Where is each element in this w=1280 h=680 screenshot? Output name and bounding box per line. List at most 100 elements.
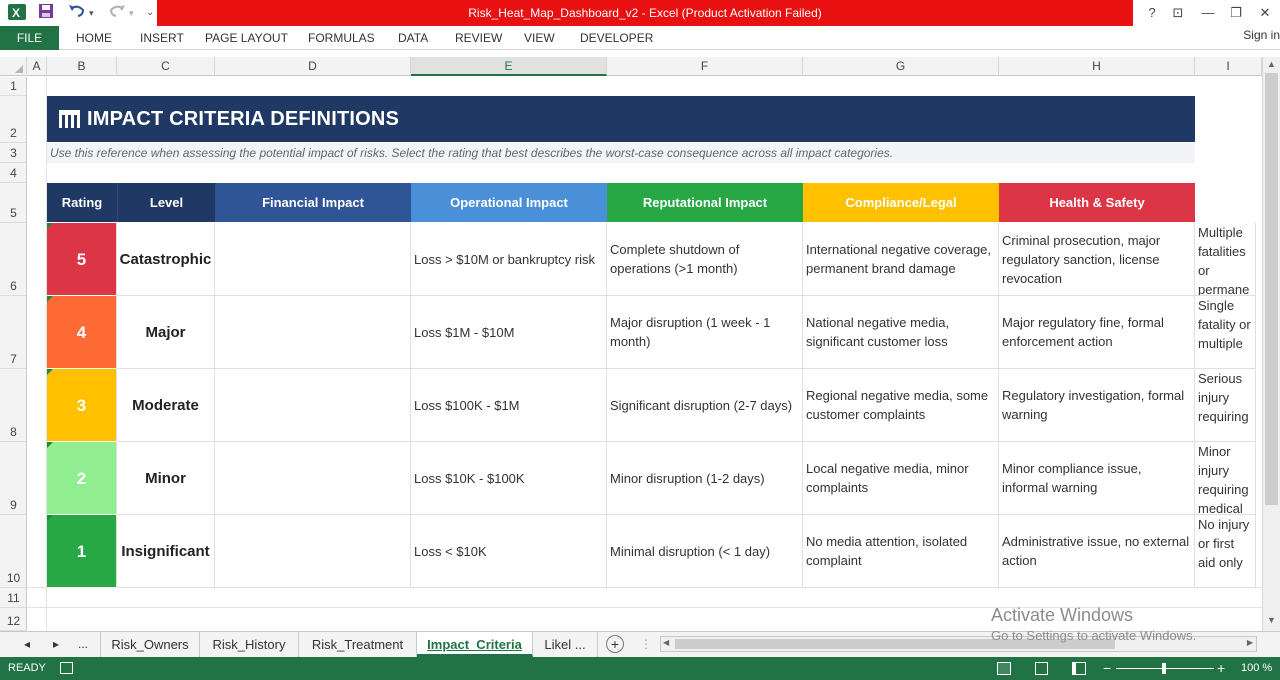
health-safety-cell[interactable]: Minor compliance issue, informal warning: [999, 442, 1195, 515]
level-cell[interactable]: Insignificant: [117, 515, 215, 588]
compliance-legal-cell[interactable]: Regional negative media, some customer c…: [803, 369, 999, 442]
undo-dropdown-icon[interactable]: ▾: [89, 3, 94, 23]
row-header-10[interactable]: 10: [0, 515, 27, 588]
macro-record-icon[interactable]: [60, 662, 73, 674]
close-button[interactable]: ✕: [1250, 0, 1280, 26]
tab-review[interactable]: REVIEW: [455, 26, 502, 50]
redo-dropdown-icon[interactable]: ▾: [129, 3, 134, 23]
row-header-9[interactable]: 9: [0, 442, 27, 515]
zoom-level[interactable]: 100 %: [1241, 657, 1272, 680]
row-header-2[interactable]: 2: [0, 96, 27, 143]
level-cell[interactable]: Major: [117, 296, 215, 369]
row-header-6[interactable]: 6: [0, 223, 27, 296]
health-safety-cell[interactable]: Criminal prosecution, major regulatory s…: [999, 223, 1195, 296]
zoom-out-button[interactable]: −: [1103, 657, 1111, 680]
health-safety-cell[interactable]: Major regulatory fine, formal enforcemen…: [999, 296, 1195, 369]
row-header-3[interactable]: 3: [0, 143, 27, 163]
header-level[interactable]: Level: [117, 183, 215, 222]
financial-impact-cell[interactable]: [215, 223, 411, 296]
row-header-12[interactable]: 12: [0, 608, 27, 631]
operational-impact-cell[interactable]: Loss $10K - $100K: [411, 442, 607, 515]
row-header-11[interactable]: 11: [0, 588, 27, 608]
overflow-cell-i[interactable]: Single fatality or multiple: [1195, 296, 1256, 369]
reputational-impact-cell[interactable]: Significant disruption (2-7 days): [607, 369, 803, 442]
compliance-legal-cell[interactable]: Local negative media, minor complaints: [803, 442, 999, 515]
level-cell[interactable]: Catastrophic: [117, 223, 215, 296]
page-layout-view-icon[interactable]: [1035, 662, 1048, 675]
row-header-7[interactable]: 7: [0, 296, 27, 369]
header-financial-impact[interactable]: Financial Impact: [215, 183, 411, 222]
more-tabs-ellipsis[interactable]: ...: [78, 632, 88, 657]
header-compliance-legal[interactable]: Compliance/Legal: [803, 183, 999, 222]
sheet-tab-risk-treatment[interactable]: Risk_Treatment: [299, 632, 417, 657]
tab-home[interactable]: HOME: [76, 26, 112, 50]
rating-cell[interactable]: 4: [47, 296, 117, 369]
health-safety-cell[interactable]: Regulatory investigation, formal warning: [999, 369, 1195, 442]
scroll-tabs-left-icon[interactable]: ◂: [24, 632, 30, 657]
header-operational-impact[interactable]: Operational Impact: [411, 183, 607, 222]
restore-button[interactable]: ❐: [1221, 0, 1251, 26]
scroll-left-icon[interactable]: ◀: [663, 638, 669, 647]
rating-cell[interactable]: 1: [47, 515, 117, 588]
financial-impact-cell[interactable]: [215, 369, 411, 442]
header-reputational-impact[interactable]: Reputational Impact: [607, 183, 803, 222]
vertical-scrollbar[interactable]: ▲ ▼: [1262, 57, 1280, 631]
ribbon-display-options-button[interactable]: ⊡: [1163, 0, 1193, 26]
row-header-4[interactable]: 4: [0, 163, 27, 183]
rating-cell[interactable]: 2: [47, 442, 117, 515]
compliance-legal-cell[interactable]: National negative media, significant cus…: [803, 296, 999, 369]
column-header-g[interactable]: G: [803, 57, 999, 76]
sheet-tab-risk-history[interactable]: Risk_History: [200, 632, 299, 657]
select-all-button[interactable]: [0, 57, 27, 76]
minimize-button[interactable]: —: [1193, 0, 1223, 26]
column-header-h[interactable]: H: [999, 57, 1195, 76]
compliance-legal-cell[interactable]: No media attention, isolated complaint: [803, 515, 999, 588]
column-header-i[interactable]: I: [1195, 57, 1262, 76]
level-cell[interactable]: Minor: [117, 442, 215, 515]
tab-view[interactable]: VIEW: [524, 26, 555, 50]
health-safety-cell[interactable]: Administrative issue, no external action: [999, 515, 1195, 588]
tab-data[interactable]: DATA: [398, 26, 428, 50]
column-header-a[interactable]: A: [27, 57, 47, 76]
operational-impact-cell[interactable]: Loss < $10K: [411, 515, 607, 588]
reputational-impact-cell[interactable]: Major disruption (1 week - 1 month): [607, 296, 803, 369]
header-health-safety[interactable]: Health & Safety: [999, 183, 1195, 222]
redo-icon[interactable]: [108, 3, 126, 23]
tab-developer[interactable]: DEVELOPER: [580, 26, 653, 50]
rating-cell[interactable]: 3: [47, 369, 117, 442]
column-header-b[interactable]: B: [47, 57, 117, 76]
column-header-d[interactable]: D: [215, 57, 411, 76]
sheet-tab-likelihood[interactable]: Likel ...: [533, 632, 598, 657]
row-header-8[interactable]: 8: [0, 369, 27, 442]
tab-insert[interactable]: INSERT: [140, 26, 184, 50]
undo-icon[interactable]: [68, 3, 86, 23]
operational-impact-cell[interactable]: Loss $1M - $10M: [411, 296, 607, 369]
tab-formulas[interactable]: FORMULAS: [308, 26, 375, 50]
add-sheet-button[interactable]: +: [606, 635, 624, 653]
customize-quick-access-icon[interactable]: ⌄: [146, 3, 154, 23]
column-header-f[interactable]: F: [607, 57, 803, 76]
scroll-up-icon[interactable]: ▲: [1265, 59, 1278, 71]
financial-impact-cell[interactable]: [215, 515, 411, 588]
compliance-legal-cell[interactable]: International negative coverage, permane…: [803, 223, 999, 296]
file-tab[interactable]: FILE: [0, 26, 59, 50]
page-break-view-icon[interactable]: [1072, 662, 1086, 675]
row-header-5[interactable]: 5: [0, 183, 27, 223]
overflow-cell-i[interactable]: Serious injury requiring: [1195, 369, 1256, 442]
vertical-scroll-thumb[interactable]: [1265, 73, 1278, 505]
save-icon[interactable]: [38, 3, 54, 23]
zoom-in-button[interactable]: +: [1217, 657, 1225, 680]
normal-view-icon[interactable]: [997, 662, 1011, 675]
operational-impact-cell[interactable]: Loss $100K - $1M: [411, 369, 607, 442]
level-cell[interactable]: Moderate: [117, 369, 215, 442]
reputational-impact-cell[interactable]: Minimal disruption (< 1 day): [607, 515, 803, 588]
scroll-right-icon[interactable]: ▶: [1247, 638, 1253, 647]
financial-impact-cell[interactable]: [215, 296, 411, 369]
reputational-impact-cell[interactable]: Complete shutdown of operations (>1 mont…: [607, 223, 803, 296]
rating-cell[interactable]: 5: [47, 223, 117, 296]
sheet-tab-impact-criteria[interactable]: Impact_Criteria: [417, 632, 533, 657]
operational-impact-cell[interactable]: Loss > $10M or bankruptcy risk: [411, 223, 607, 296]
column-header-c[interactable]: C: [117, 57, 215, 76]
sign-in-link[interactable]: Sign in: [1243, 28, 1280, 42]
scroll-tabs-right-icon[interactable]: ▸: [53, 632, 59, 657]
